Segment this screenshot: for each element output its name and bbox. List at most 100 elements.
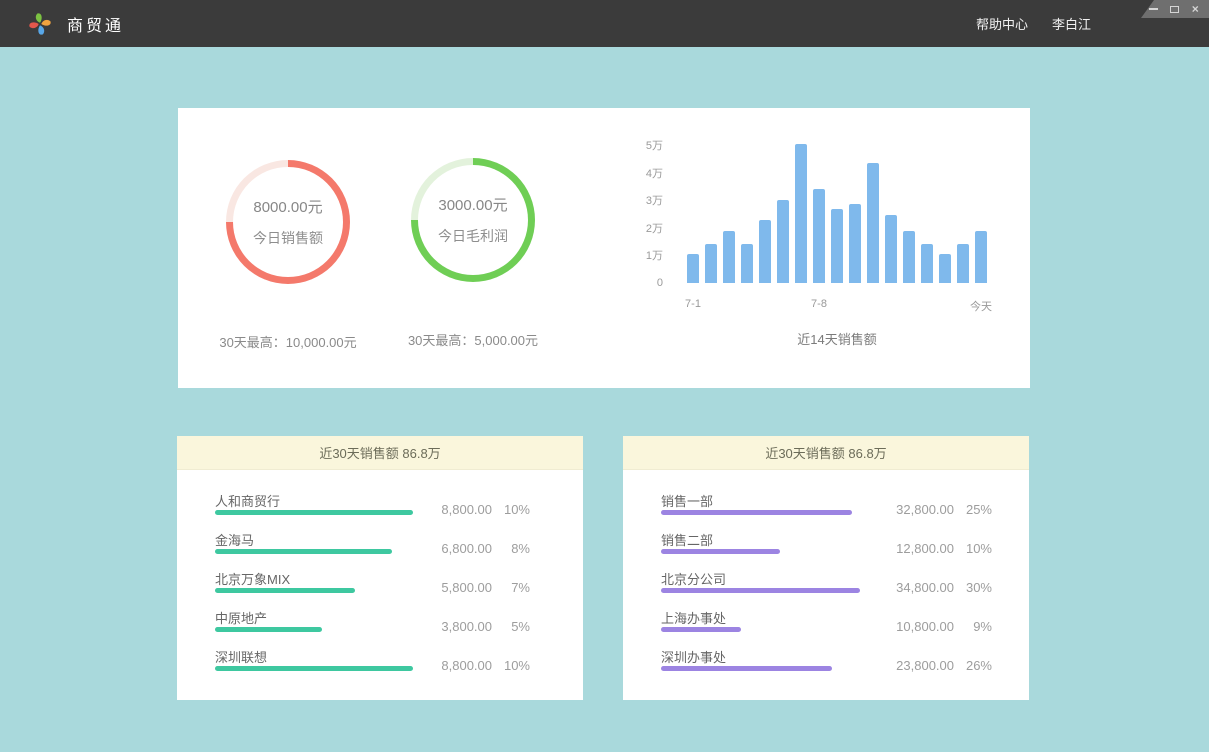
item-label: 金海马 [215,530,254,549]
gauge-label: 今日销售额 [253,228,323,248]
chart-bar [939,254,951,283]
chart-ytick-label: 0 [657,277,663,289]
chart-bar [813,189,825,283]
chart-bar [687,254,699,283]
item-amount: 23,800.00 [874,658,954,673]
item-percent: 10% [492,502,530,517]
list-item: 上海办事处 10,800.009% [661,607,1029,646]
chart-bar [795,144,807,283]
item-amount: 34,800.00 [874,580,954,595]
item-amount: 8,800.00 [412,502,492,517]
item-bar [215,666,413,671]
item-bar [215,627,322,632]
maximize-button[interactable] [1168,3,1180,15]
minimize-button[interactable] [1147,3,1159,15]
chart-ytick-label: 1万 [646,247,663,263]
item-label: 北京万象MIX [215,569,290,588]
chart-bar [741,244,753,283]
item-amount: 10,800.00 [874,619,954,634]
close-button[interactable]: × [1189,3,1201,15]
list-item: 北京万象MIX 5,800.007% [215,568,583,607]
app-logo-pinwheel-icon [26,10,54,38]
item-percent: 25% [954,502,992,517]
chart-bar [705,244,717,283]
list-item: 中原地产 3,800.005% [215,607,583,646]
chart-y-axis: 01万2万3万4万5万 [618,145,663,283]
close-icon: × [1191,3,1198,15]
item-percent: 7% [492,580,530,595]
item-bar [215,549,392,554]
window-controls: × [1141,0,1209,18]
item-percent: 10% [954,541,992,556]
customers-list: 人和商贸行 8,800.0010% 金海马 6,800.008% 北京万象MIX… [215,490,583,685]
item-percent: 9% [954,619,992,634]
item-label: 深圳联想 [215,647,267,666]
chart-title: 近14天销售额 [687,329,987,348]
item-label: 中原地产 [215,608,267,627]
item-amount: 5,800.00 [412,580,492,595]
item-bar [661,627,741,632]
chart-bar [867,163,879,283]
chart-bar [831,209,843,284]
help-center-link[interactable]: 帮助中心 [976,14,1028,33]
list-item: 金海马 6,800.008% [215,529,583,568]
chart-ytick-label: 4万 [646,165,663,181]
list-item: 北京分公司 34,800.0030% [661,568,1029,607]
chart-bar [975,231,987,283]
sales-14d-chart: 01万2万3万4万5万 近14天销售额 7-17-8今天 [618,145,1018,395]
item-bar [661,666,832,671]
chart-bar [921,244,933,283]
item-label: 深圳办事处 [661,647,726,666]
minimize-icon [1149,8,1158,10]
item-percent: 8% [492,541,530,556]
item-label: 销售一部 [661,491,713,510]
user-name-link[interactable]: 李白江 [1052,14,1091,33]
list-item: 深圳办事处 23,800.0026% [661,646,1029,685]
item-label: 上海办事处 [661,608,726,627]
today-profit-gauge: 3000.00元 今日毛利润 30天最高：5,000.00元 [411,158,535,282]
item-amount: 32,800.00 [874,502,954,517]
item-bar [215,588,355,593]
gauge-label: 今日毛利润 [438,226,508,246]
chart-ytick-label: 2万 [646,220,663,236]
item-bar [661,510,852,515]
chart-bar [903,231,915,283]
list-item: 销售二部 12,800.0010% [661,529,1029,568]
maximize-icon [1170,6,1179,13]
item-amount: 8,800.00 [412,658,492,673]
item-bar [661,549,780,554]
item-label: 销售二部 [661,530,713,549]
item-percent: 10% [492,658,530,673]
item-label: 人和商贸行 [215,491,280,510]
chart-ytick-label: 3万 [646,192,663,208]
chart-bar [723,231,735,283]
chart-xtick-label: 7-8 [811,298,827,310]
item-amount: 12,800.00 [874,541,954,556]
chart-xtick-label: 7-1 [685,298,701,310]
today-overview-card: 8000.00元 今日销售额 30天最高：10,000.00元 3000.00元… [178,108,1030,388]
card-header: 近30天销售额 86.8万 [177,436,583,470]
list-item: 销售一部 32,800.0025% [661,490,1029,529]
card-title: 近30天销售额 86.8万 [765,443,886,462]
card-header: 近30天销售额 86.8万 [623,436,1029,470]
gauge-30d-max: 30天最高：5,000.00元 [333,330,613,349]
item-percent: 30% [954,580,992,595]
item-amount: 3,800.00 [412,619,492,634]
chart-ytick-label: 5万 [646,137,663,153]
list-item: 深圳联想 8,800.0010% [215,646,583,685]
list-item: 人和商贸行 8,800.0010% [215,490,583,529]
chart-bar [759,220,771,284]
chart-bar [885,215,897,283]
card-title: 近30天销售额 86.8万 [319,443,440,462]
chart-bar [957,244,969,283]
item-percent: 26% [954,658,992,673]
titlebar: 商贸通 帮助中心 李白江 × [0,0,1209,47]
app-title: 商贸通 [67,12,124,36]
item-label: 北京分公司 [661,569,726,588]
departments-sales-card: 近30天销售额 86.8万 销售一部 32,800.0025% 销售二部 12,… [623,436,1029,700]
item-bar [215,510,413,515]
chart-plot: 近14天销售额 7-17-8今天 [687,145,987,283]
chart-xtick-label: 今天 [970,298,992,314]
item-amount: 6,800.00 [412,541,492,556]
customers-sales-card: 近30天销售额 86.8万 人和商贸行 8,800.0010% 金海马 6,80… [177,436,583,700]
